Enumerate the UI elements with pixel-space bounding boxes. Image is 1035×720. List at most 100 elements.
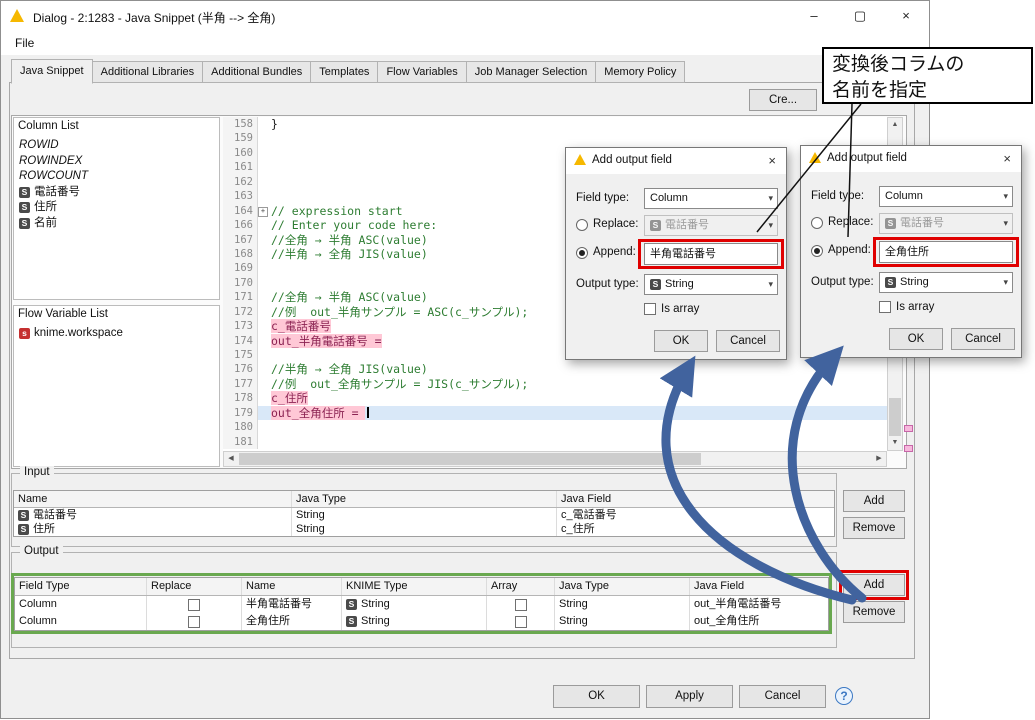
flow-variable-item[interactable]: s knime.workspace: [14, 326, 219, 342]
column-list-item[interactable]: S 住所: [14, 200, 219, 216]
append-radio[interactable]: [811, 245, 823, 257]
tab-java-snippet[interactable]: Java Snippet: [11, 59, 93, 84]
fold-strip: [258, 276, 268, 290]
code-line[interactable]: 163: [223, 189, 887, 204]
code-line[interactable]: 175: [223, 348, 887, 363]
replace-radio[interactable]: [811, 217, 823, 229]
code-line[interactable]: 177 //例 out_全角サンプル = JIS(c_サンプル);: [223, 376, 887, 392]
code-text: //半角 → 全角 JIS(value): [271, 362, 428, 377]
code-line[interactable]: 164 +// expression start: [223, 203, 887, 219]
code-line[interactable]: 169: [223, 261, 887, 276]
menu-file[interactable]: File: [7, 34, 42, 52]
output-type-select[interactable]: S String ▾: [879, 272, 1013, 293]
chevron-down-icon: ▾: [1003, 191, 1008, 201]
dialog-titlebar[interactable]: Add output field ×: [801, 146, 1021, 172]
code-line[interactable]: 179 out_全角住所 =: [223, 405, 887, 421]
fold-strip: [258, 117, 268, 131]
close-icon[interactable]: ×: [1003, 151, 1011, 166]
code-line[interactable]: 159: [223, 131, 887, 146]
input-remove-button[interactable]: Remove: [843, 517, 905, 539]
column-list-item[interactable]: ROWCOUNT: [14, 169, 219, 185]
code-line[interactable]: 168 //半角 → 全角 JIS(value): [223, 246, 887, 262]
table-row[interactable]: S 住所 String c_住所: [14, 522, 834, 536]
output-type-select[interactable]: S String ▾: [644, 274, 778, 295]
line-number: 163: [223, 189, 258, 204]
vertical-scroll-thumb[interactable]: [889, 398, 901, 436]
field-type-select[interactable]: Column ▾: [644, 188, 778, 209]
replace-radio[interactable]: [576, 219, 588, 231]
code-line[interactable]: 173 c_電話番号: [223, 319, 887, 334]
is-array-checkbox[interactable]: [879, 301, 891, 313]
code-line[interactable]: 172 //例 out_半角サンプル = ASC(c_サンプル);: [223, 304, 887, 320]
close-icon[interactable]: ×: [768, 153, 776, 168]
code-line[interactable]: 166 // Enter your code here:: [223, 218, 887, 233]
column-list-item[interactable]: S 電話番号: [14, 185, 219, 201]
fold-toggle-icon[interactable]: +: [258, 206, 268, 217]
dialog-cancel-button[interactable]: Cancel: [716, 330, 780, 352]
append-field-highlight: [873, 237, 1019, 267]
is-array-checkbox[interactable]: [644, 303, 656, 315]
code-line[interactable]: 167 //全角 → 半角 ASC(value): [223, 232, 887, 247]
dialog-ok-button[interactable]: OK: [889, 328, 943, 350]
code-editor[interactable]: 158} 159 160 161 162 163 164 +// expression sta…: [223, 117, 887, 451]
input-group-title: Input: [20, 466, 54, 478]
ok-button[interactable]: OK: [553, 685, 640, 708]
replace-column-select[interactable]: S 電話番号 ▾: [644, 215, 778, 236]
horizontal-scrollbar[interactable]: ◀ ▶: [223, 451, 887, 467]
code-line[interactable]: 170: [223, 275, 887, 291]
dialog-ok-button[interactable]: OK: [654, 330, 708, 352]
field-type-select[interactable]: Column ▾: [879, 186, 1013, 207]
code-line[interactable]: 158}: [223, 117, 887, 132]
code-line[interactable]: 160: [223, 145, 887, 161]
code-line[interactable]: 171 //全角 → 半角 ASC(value): [223, 290, 887, 305]
scroll-down-icon[interactable]: ▼: [888, 436, 902, 450]
code-text: //全角 → 半角 ASC(value): [271, 232, 428, 247]
tab-memory-policy[interactable]: Memory Policy: [596, 61, 686, 83]
scroll-right-icon[interactable]: ▶: [872, 452, 886, 466]
column-list-item[interactable]: ROWID: [14, 138, 219, 154]
code-line[interactable]: 181: [223, 434, 887, 450]
dialog-titlebar[interactable]: Add output field ×: [566, 148, 786, 174]
tab-flow-variables[interactable]: Flow Variables: [378, 61, 467, 83]
tab-job-manager-selection[interactable]: Job Manager Selection: [466, 61, 597, 83]
tab-additional-libraries[interactable]: Additional Libraries: [92, 61, 204, 83]
cancel-button[interactable]: Cancel: [739, 685, 826, 708]
table-row[interactable]: S 電話番号 String c_電話番号: [14, 508, 834, 522]
dialog-cancel-button[interactable]: Cancel: [951, 328, 1015, 350]
horizontal-scroll-thumb[interactable]: [239, 453, 701, 465]
line-number: 164: [223, 203, 258, 219]
column-list-item[interactable]: S 名前: [14, 216, 219, 232]
add-button-highlight: [839, 570, 909, 600]
tab-additional-bundles[interactable]: Additional Bundles: [203, 61, 312, 83]
minimize-button[interactable]: –: [791, 1, 837, 31]
append-radio[interactable]: [576, 247, 588, 259]
input-name: 住所: [33, 523, 55, 535]
append-label: Append:: [593, 246, 636, 258]
code-text: c_住所: [268, 391, 308, 406]
code-line[interactable]: 178 c_住所: [223, 391, 887, 406]
column-list-item[interactable]: ROWINDEX: [14, 154, 219, 170]
chevron-down-icon: ▾: [768, 279, 773, 289]
tab-templates[interactable]: Templates: [311, 61, 379, 83]
output-remove-button[interactable]: Remove: [843, 601, 905, 623]
input-name: 電話番号: [33, 509, 77, 521]
replace-column-select[interactable]: S 電話番号 ▾: [879, 213, 1013, 234]
input-add-button[interactable]: Add: [843, 490, 905, 512]
apply-button[interactable]: Apply: [646, 685, 733, 708]
string-type-icon: S: [19, 186, 30, 198]
maximize-button[interactable]: ▢: [837, 1, 883, 31]
code-line[interactable]: 180: [223, 420, 887, 435]
code-line[interactable]: 176 //半角 → 全角 JIS(value): [223, 362, 887, 377]
append-field-highlight: [638, 239, 784, 269]
help-icon[interactable]: ?: [835, 687, 853, 705]
code-line[interactable]: 161: [223, 160, 887, 175]
code-line[interactable]: 162: [223, 174, 887, 190]
scroll-left-icon[interactable]: ◀: [224, 452, 238, 466]
code-line[interactable]: 174 out_半角電話番号 =: [223, 333, 887, 348]
java-snippet-dialog-window: Dialog - 2:1283 - Java Snippet (半角 --> 全…: [0, 0, 930, 719]
close-button[interactable]: ×: [883, 1, 929, 31]
create-template-button[interactable]: Cre...: [749, 89, 817, 111]
scroll-up-icon[interactable]: ▲: [888, 118, 902, 132]
